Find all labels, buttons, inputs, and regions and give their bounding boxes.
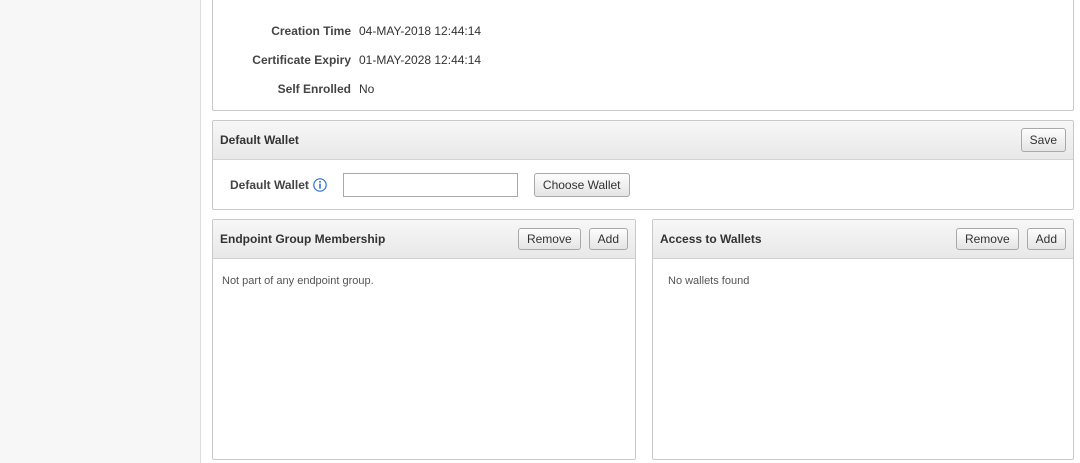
access-wallets-header: Access to Wallets Remove Add (653, 220, 1073, 259)
default-wallet-header: Default Wallet Save (213, 121, 1073, 160)
choose-wallet-button[interactable]: Choose Wallet (533, 173, 630, 197)
endpoint-details-panel: Creation Time 04-MAY-2018 12:44:14 Certi… (212, 0, 1074, 111)
certificate-expiry-label: Certificate Expiry (252, 53, 351, 67)
left-sidebar (0, 0, 201, 463)
self-enrolled-label: Self Enrolled (277, 82, 351, 96)
endpoint-group-membership-panel: Endpoint Group Membership Remove Add Not… (212, 219, 636, 460)
endpoint-group-empty-message: Not part of any endpoint group. (222, 275, 374, 287)
detail-row-certificate-expiry: Certificate Expiry 01-MAY-2028 12:44:14 (213, 50, 813, 70)
access-wallets-title: Access to Wallets (660, 232, 762, 246)
info-icon[interactable] (313, 178, 327, 192)
detail-row-creation-time: Creation Time 04-MAY-2018 12:44:14 (213, 21, 813, 41)
access-wallets-remove-button[interactable]: Remove (955, 228, 1019, 250)
creation-time-label: Creation Time (271, 24, 351, 38)
default-wallet-input[interactable] (342, 173, 518, 197)
access-to-wallets-panel: Access to Wallets Remove Add No wallets … (652, 219, 1074, 460)
endpoint-group-title: Endpoint Group Membership (220, 232, 386, 246)
default-wallet-body: Default Wallet Choose Wallet (213, 160, 1073, 210)
endpoint-group-header: Endpoint Group Membership Remove Add (213, 220, 635, 259)
detail-row-self-enrolled: Self Enrolled No (213, 79, 813, 99)
endpoint-group-add-button[interactable]: Add (588, 228, 628, 250)
save-button[interactable]: Save (1020, 128, 1066, 152)
self-enrolled-value: No (359, 82, 375, 96)
creation-time-value: 04-MAY-2018 12:44:14 (359, 24, 482, 38)
default-wallet-panel: Default Wallet Save Default Wallet Choos… (212, 120, 1074, 210)
access-wallets-add-button[interactable]: Add (1026, 228, 1066, 250)
certificate-expiry-value: 01-MAY-2028 12:44:14 (359, 53, 482, 67)
access-wallets-empty-message: No wallets found (668, 275, 750, 287)
default-wallet-title: Default Wallet (220, 133, 299, 147)
endpoint-group-remove-button[interactable]: Remove (517, 228, 581, 250)
default-wallet-field-label: Default Wallet (230, 178, 309, 192)
